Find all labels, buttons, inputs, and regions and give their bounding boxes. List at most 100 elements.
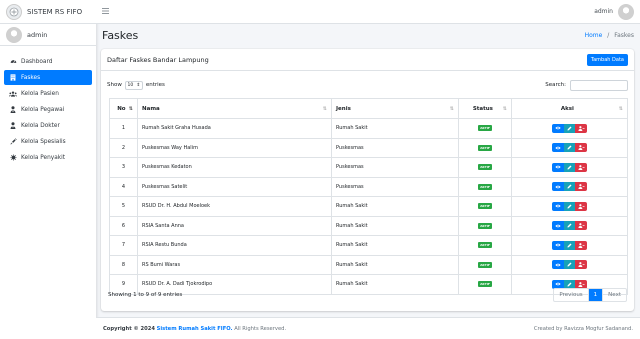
view-button[interactable] bbox=[552, 240, 564, 250]
delete-button[interactable] bbox=[575, 260, 587, 270]
users-icon bbox=[9, 90, 17, 97]
eye-icon bbox=[555, 146, 561, 150]
edit-button[interactable] bbox=[563, 162, 576, 172]
column-header-nama[interactable]: Nama ⇅ bbox=[137, 98, 332, 119]
page-footer: Copyright © 2024 Sistem Rumah Sakit FIFO… bbox=[96, 317, 640, 339]
action-buttons bbox=[552, 260, 587, 270]
next-button[interactable]: Next bbox=[602, 289, 626, 301]
cell-jenis: Puskesmas bbox=[331, 157, 459, 178]
delete-button[interactable] bbox=[575, 162, 587, 172]
user-md-icon bbox=[9, 122, 17, 129]
cell-aksi bbox=[511, 254, 628, 275]
page-button[interactable]: 1 bbox=[587, 289, 603, 301]
breadcrumb-home[interactable]: Home bbox=[585, 32, 603, 39]
cell-no: 7 bbox=[109, 235, 138, 256]
delete-button[interactable] bbox=[575, 240, 587, 250]
cell-jenis: Rumah Sakit bbox=[331, 215, 459, 236]
entries-value: 10 bbox=[127, 82, 134, 88]
edit-button[interactable] bbox=[563, 201, 576, 211]
cell-jenis: Rumah Sakit bbox=[331, 235, 459, 256]
edit-button[interactable] bbox=[563, 240, 576, 250]
add-data-button[interactable]: Tambah Data bbox=[586, 53, 628, 66]
sidebar-item-dashboard[interactable]: Dashboard bbox=[4, 54, 92, 69]
delete-button[interactable] bbox=[575, 143, 587, 153]
copyright-prefix: Copyright © 2024 bbox=[103, 325, 155, 332]
cell-aksi bbox=[511, 176, 628, 197]
eye-icon bbox=[555, 165, 561, 169]
top-navbar: admin bbox=[96, 0, 640, 24]
edit-button[interactable] bbox=[563, 260, 576, 270]
sidebar: SISTEM RS FIFO admin Dashboard Faskes Ke… bbox=[0, 0, 96, 339]
breadcrumb-separator: / bbox=[607, 31, 610, 39]
table-controls: Show 10 ⇕ entries Search: bbox=[101, 74, 634, 96]
delete-button[interactable] bbox=[575, 201, 587, 211]
menu-toggle-icon[interactable] bbox=[102, 7, 109, 16]
action-buttons bbox=[552, 182, 587, 192]
page-title: Faskes bbox=[102, 28, 139, 42]
sidebar-item-kelola-pegawai[interactable]: Kelola Pegawai bbox=[4, 102, 92, 117]
copyright-link[interactable]: Sistem Rumah Sakit FIFO. bbox=[157, 326, 233, 332]
previous-button[interactable]: Previous bbox=[554, 289, 587, 301]
sidebar-item-kelola-dokter[interactable]: Kelola Dokter bbox=[4, 118, 92, 133]
table-row: 2 Puskesmas Way Halim Puskesmas AKTIF bbox=[109, 137, 628, 158]
status-badge: AKTIF bbox=[478, 144, 492, 151]
cell-jenis: Puskesmas bbox=[331, 137, 459, 158]
column-header-no[interactable]: No ⇅ bbox=[109, 98, 138, 119]
status-badge: AKTIF bbox=[478, 261, 492, 268]
edit-button[interactable] bbox=[563, 182, 576, 192]
action-buttons bbox=[552, 240, 587, 250]
cell-no: 4 bbox=[109, 176, 138, 197]
user-panel[interactable]: admin bbox=[0, 24, 96, 46]
edit-button[interactable] bbox=[563, 143, 576, 153]
pencil-icon bbox=[567, 223, 572, 228]
action-buttons bbox=[552, 201, 587, 211]
cell-aksi bbox=[511, 235, 628, 256]
pencil-icon bbox=[567, 145, 572, 150]
show-label: Show bbox=[107, 82, 122, 88]
column-header-status[interactable]: Status ⇅ bbox=[458, 98, 512, 119]
sort-icon: ⇅ bbox=[618, 105, 623, 112]
sidebar-item-label: Faskes bbox=[21, 74, 41, 81]
select-arrows-icon: ⇕ bbox=[136, 82, 141, 88]
sidebar-item-label: Kelola Penyakit bbox=[21, 154, 65, 161]
pencil-icon bbox=[567, 243, 572, 248]
table-info: Showing 1 to 9 of 9 entries bbox=[108, 292, 183, 298]
cell-no: 3 bbox=[109, 157, 138, 178]
sidebar-item-kelola-spesialis[interactable]: Kelola Spesialis bbox=[4, 134, 92, 149]
search-input[interactable] bbox=[570, 79, 628, 91]
sidebar-item-faskes[interactable]: Faskes bbox=[4, 70, 92, 85]
view-button[interactable] bbox=[552, 201, 564, 211]
cell-status: AKTIF bbox=[458, 157, 512, 178]
delete-button[interactable] bbox=[575, 221, 587, 231]
column-header-jenis[interactable]: Jenis ⇅ bbox=[331, 98, 459, 119]
sidebar-item-kelola-pasien[interactable]: Kelola Pasien bbox=[4, 86, 92, 101]
delete-button[interactable] bbox=[575, 123, 587, 133]
status-badge: AKTIF bbox=[478, 203, 492, 210]
entries-select[interactable]: 10 ⇕ bbox=[124, 80, 143, 90]
table-row: 1 Rumah Sakit Graha Husada Rumah Sakit AKTI… bbox=[109, 118, 628, 139]
view-button[interactable] bbox=[552, 162, 564, 172]
column-header-aksi[interactable]: Aksi ⇅ bbox=[511, 98, 628, 119]
sidebar-item-label: Kelola Pasien bbox=[21, 90, 59, 97]
view-button[interactable] bbox=[552, 123, 564, 133]
search: Search: bbox=[545, 79, 628, 91]
brand[interactable]: SISTEM RS FIFO bbox=[0, 0, 96, 24]
view-button[interactable] bbox=[552, 182, 564, 192]
brand-title: SISTEM RS FIFO bbox=[27, 7, 83, 16]
status-badge: AKTIF bbox=[478, 222, 492, 229]
view-button[interactable] bbox=[552, 221, 564, 231]
user-name: admin bbox=[27, 30, 48, 39]
status-badge: AKTIF bbox=[478, 183, 492, 190]
cell-status: AKTIF bbox=[458, 235, 512, 256]
view-button[interactable] bbox=[552, 143, 564, 153]
top-user-menu[interactable]: admin bbox=[594, 3, 634, 20]
edit-button[interactable] bbox=[563, 221, 576, 231]
view-button[interactable] bbox=[552, 260, 564, 270]
delete-button[interactable] bbox=[575, 182, 587, 192]
table-row: 4 Puskesmas Satelit Puskesmas AKTIF bbox=[109, 176, 628, 197]
sidebar-item-label: Kelola Spesialis bbox=[21, 138, 66, 145]
eye-icon bbox=[555, 204, 561, 208]
copyright-suffix: All Rights Reserved. bbox=[234, 325, 287, 332]
sidebar-item-kelola-penyakit[interactable]: Kelola Penyakit bbox=[4, 150, 92, 165]
edit-button[interactable] bbox=[563, 123, 576, 133]
